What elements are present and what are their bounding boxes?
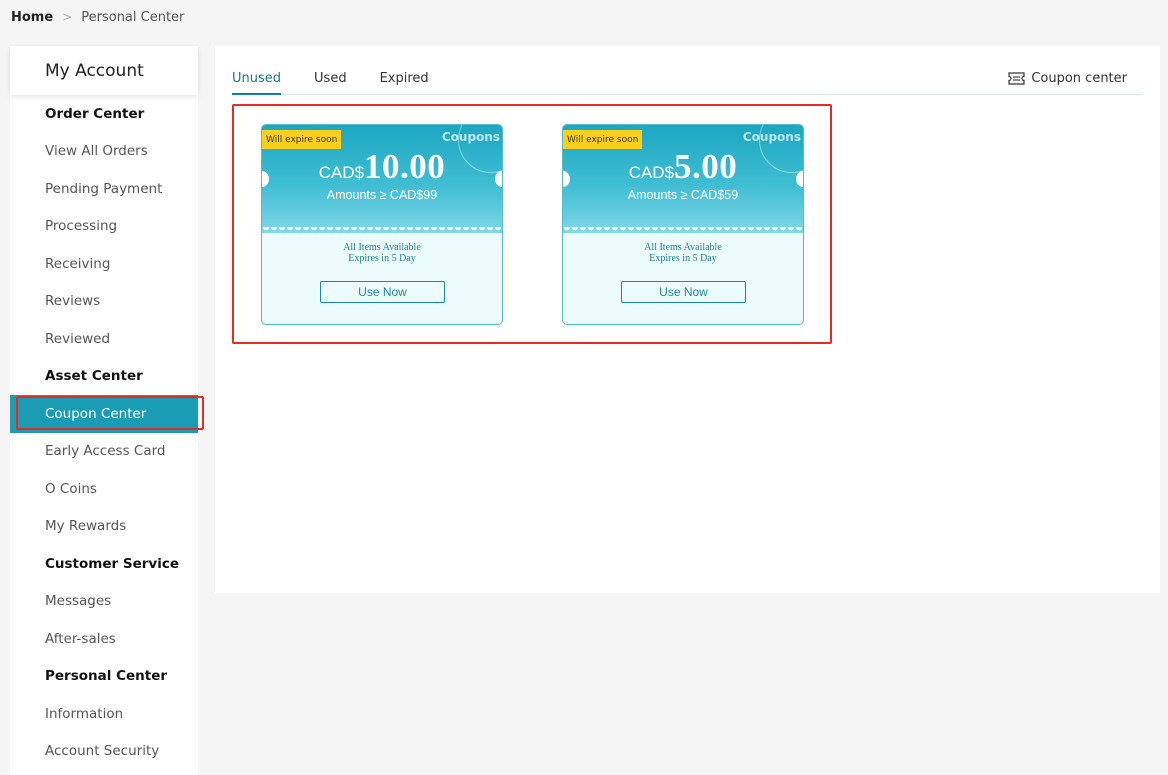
coupon-value: 5.00 — [674, 147, 738, 186]
coupon-scope: All Items Available — [343, 242, 421, 253]
coupon-currency: CAD$ — [318, 163, 365, 182]
sidebar-item-processing[interactable]: Processing — [10, 208, 198, 246]
use-now-button[interactable]: Use Now — [320, 281, 445, 303]
coupon-notch — [495, 171, 502, 187]
coupon-scope: All Items Available — [644, 242, 722, 253]
coupon-amount: CAD$10.00 — [262, 147, 502, 187]
coupon-expiry: Expires in 5 Day — [348, 253, 416, 264]
use-now-button[interactable]: Use Now — [621, 281, 746, 303]
coupon-notch — [796, 171, 803, 187]
sidebar-section-order-center: Order Center — [45, 105, 145, 122]
ticket-icon — [1008, 72, 1025, 85]
coupon-header: Coupons Will expire soon CAD$10.00 Amoun… — [262, 125, 502, 233]
sidebar-item-early-access-card[interactable]: Early Access Card — [10, 433, 198, 471]
sidebar-item-information[interactable]: Information — [10, 695, 198, 733]
coupon-center-link-label: Coupon center — [1031, 71, 1127, 86]
coupon-expiry: Expires in 5 Day — [649, 253, 717, 264]
coupon-center-link[interactable]: Coupon center — [1008, 71, 1127, 86]
tab-used[interactable]: Used — [314, 68, 347, 93]
sidebar-item-reviews[interactable]: Reviews — [10, 283, 198, 321]
sidebar-section-asset-center: Asset Center — [45, 368, 143, 385]
coupon-card: Coupons Will expire soon CAD$10.00 Amoun… — [261, 124, 503, 325]
coupon-scallop-edge — [563, 227, 803, 236]
coupon-currency: CAD$ — [628, 163, 675, 182]
coupon-value: 10.00 — [364, 147, 446, 186]
main-panel: Unused Used Expired Coupon center Coupon… — [215, 46, 1160, 593]
coupon-header: Coupons Will expire soon CAD$5.00 Amount… — [563, 125, 803, 233]
coupon-scallop-edge — [262, 227, 502, 236]
sidebar-item-view-all-orders[interactable]: View All Orders — [10, 133, 198, 171]
sidebar-title: My Account — [10, 46, 198, 95]
sidebar-section-customer-service: Customer Service — [45, 555, 179, 572]
chevron-right-icon: > — [62, 10, 73, 24]
sidebar-item-after-sales[interactable]: After-sales — [10, 620, 198, 658]
coupon-amount: CAD$5.00 — [563, 147, 803, 187]
sidebar-item-my-rewards[interactable]: My Rewards — [10, 508, 198, 546]
sidebar-item-pending-payment[interactable]: Pending Payment — [10, 170, 198, 208]
sidebar-item-receiving[interactable]: Receiving — [10, 245, 198, 283]
sidebar-section-personal-center: Personal Center — [45, 668, 168, 685]
coupon-condition: Amounts ≥ CAD$99 — [326, 188, 438, 202]
breadcrumb: Home > Personal Center — [11, 8, 184, 26]
tab-expired[interactable]: Expired — [380, 68, 429, 93]
sidebar-item-reviewed[interactable]: Reviewed — [10, 320, 198, 358]
tab-unused[interactable]: Unused — [232, 68, 282, 95]
coupon-condition: Amounts ≥ CAD$59 — [627, 188, 739, 202]
breadcrumb-current: Personal Center — [81, 9, 185, 25]
coupon-stamp-text: Coupons — [742, 130, 801, 144]
sidebar-item-o-coins[interactable]: O Coins — [10, 470, 198, 508]
sidebar-nav: Order Center View All Orders Pending Pay… — [10, 95, 204, 771]
sidebar-item-messages[interactable]: Messages — [10, 583, 198, 621]
sidebar-item-coupon-center[interactable]: Coupon Center — [10, 395, 204, 433]
sidebar-item-account-security[interactable]: Account Security — [10, 733, 198, 771]
coupon-stamp-text: Coupons — [441, 130, 500, 144]
coupon-tabs: Unused Used Expired Coupon center — [232, 68, 1143, 95]
coupon-card: Coupons Will expire soon CAD$5.00 Amount… — [562, 124, 804, 325]
coupon-info: All Items Available Expires in 5 Day — [563, 242, 803, 264]
sidebar: My Account Order Center View All Orders … — [10, 46, 204, 775]
breadcrumb-home[interactable]: Home — [11, 10, 53, 25]
coupon-info: All Items Available Expires in 5 Day — [262, 242, 502, 264]
